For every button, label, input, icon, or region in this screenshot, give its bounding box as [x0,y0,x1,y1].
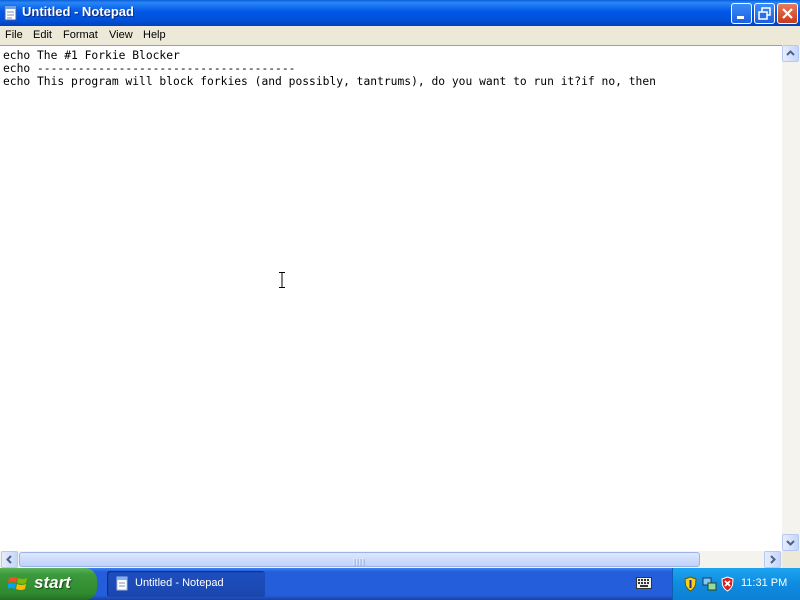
notepad-icon [116,576,128,591]
security-shield-icon[interactable] [683,576,698,592]
network-icon[interactable] [702,576,717,592]
menu-help[interactable]: Help [143,29,166,41]
close-button[interactable] [777,3,798,24]
clock[interactable]: 11:31 PM [741,577,787,589]
taskbar-item-notepad[interactable]: Untitled - Notepad [107,571,265,597]
keyboard-icon[interactable] [636,577,652,589]
minimize-button[interactable] [731,3,752,24]
arrow-left-icon [6,555,12,564]
menu-format[interactable]: Format [63,29,98,41]
close-icon [782,8,793,19]
scroll-right-button[interactable] [764,551,781,568]
start-label: start [34,573,71,592]
menu-view[interactable]: View [109,29,133,41]
window-title: Untitled - Notepad [22,4,134,19]
restore-icon [758,7,771,20]
taskbar: start Untitled - Notepad 11:31 PM [0,568,800,600]
menu-edit[interactable]: Edit [33,29,52,41]
text-cursor-icon [279,272,285,288]
text-editor[interactable]: echo The #1 Forkie Blocker echo --------… [0,45,782,551]
scroll-left-button[interactable] [1,551,18,568]
arrow-right-icon [770,555,776,564]
arrow-up-icon [786,50,795,56]
arrow-down-icon [786,540,795,546]
minimize-icon [737,16,744,19]
scroll-down-button[interactable] [782,534,799,551]
grip-icon [353,558,365,566]
security-alert-icon[interactable] [720,576,735,592]
vertical-scrollbar[interactable] [782,45,800,551]
menu-file[interactable]: File [5,29,23,41]
menu-bar: File Edit Format View Help [0,26,800,45]
horizontal-scroll-thumb[interactable] [19,552,700,567]
notepad-icon[interactable] [4,5,18,21]
start-button[interactable]: start [0,568,97,600]
taskbar-item-label: Untitled - Notepad [135,577,224,589]
size-grip [782,551,800,568]
text-line: echo The #1 Forkie Blocker [3,49,180,62]
text-line: echo -----------------------------------… [3,62,296,75]
horizontal-scrollbar[interactable] [0,551,782,568]
title-bar[interactable]: Untitled - Notepad [0,0,800,26]
text-line: echo This program will block forkies (an… [3,75,656,88]
windows-logo-icon [8,577,27,590]
scroll-up-button[interactable] [782,45,799,62]
restore-button[interactable] [754,3,775,24]
